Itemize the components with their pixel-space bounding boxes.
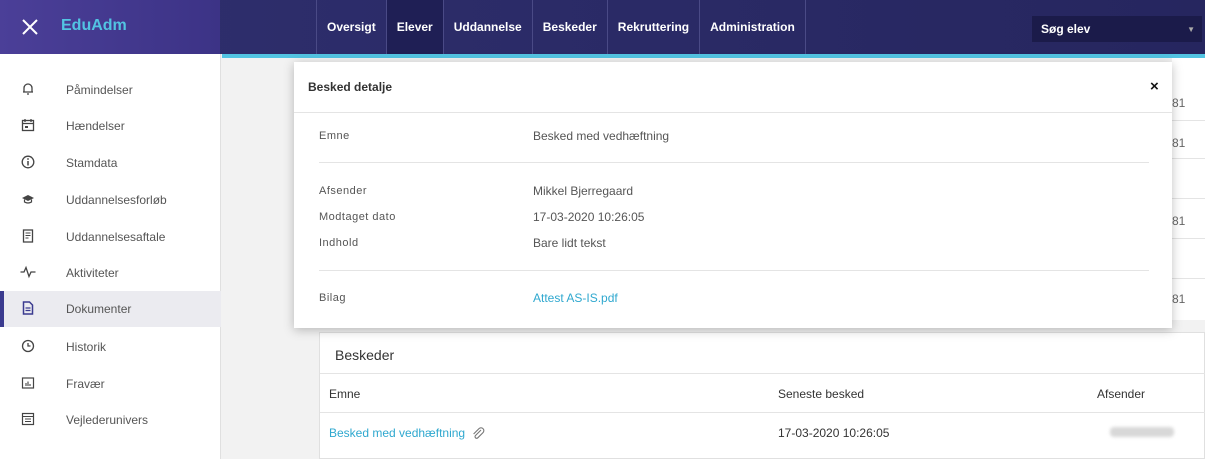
column-header-seneste-besked[interactable]: Seneste besked (778, 387, 864, 401)
messages-panel-title: Beskeder (335, 347, 395, 363)
sidebar: Påmindelser Hændelser Stamdata Uddannels… (0, 54, 221, 459)
messages-panel: Beskeder Emne Seneste besked Afsender Be… (319, 332, 1205, 459)
sidebar-item-label: Påmindelser (66, 83, 133, 97)
message-subject-link[interactable]: Besked med vedhæftning (329, 426, 485, 442)
tab-rekruttering[interactable]: Rekruttering (608, 0, 701, 54)
divider (1172, 198, 1205, 199)
sidebar-item-label: Vejlederunivers (66, 413, 149, 427)
field-label-emne: Emne (319, 130, 350, 142)
sidebar-item-pamindelser[interactable]: Påmindelser (0, 72, 221, 108)
sidebar-item-label: Stamdata (66, 156, 118, 170)
chart-icon (20, 376, 36, 392)
field-label-modtaget-dato: Modtaget dato (319, 211, 396, 223)
main-nav: Oversigt Elever Uddannelse Beskeder Rekr… (316, 0, 806, 54)
sidebar-item-label: Historik (66, 340, 107, 354)
info-icon (20, 155, 36, 171)
sidebar-item-aktiviteter[interactable]: Aktiviteter (0, 255, 221, 291)
tab-uddannelse[interactable]: Uddannelse (444, 0, 533, 54)
field-value-modtaget-dato: 17-03-2020 10:26:05 (533, 210, 645, 224)
list-icon (20, 412, 36, 428)
sidebar-item-uddannelsesaftale[interactable]: Uddannelsesaftale (0, 219, 221, 255)
divider (294, 112, 1172, 113)
document-icon (20, 301, 36, 317)
message-latest-date: 17-03-2020 10:26:05 (778, 426, 890, 440)
brand-area: EduAdm (0, 0, 220, 54)
divider (319, 270, 1149, 271)
top-bar: EduAdm Oversigt Elever Uddannelse Besked… (0, 0, 1205, 54)
table-row[interactable]: Besked med vedhæftning 17-03-2020 10:26:… (320, 413, 1205, 453)
background-cell: 81 (1172, 214, 1186, 228)
app-name[interactable]: EduAdm (61, 17, 127, 35)
tab-elever[interactable]: Elever (386, 0, 444, 54)
contract-icon (20, 229, 36, 245)
sidebar-item-stamdata[interactable]: Stamdata (0, 145, 221, 181)
sidebar-item-uddannelsesforlob[interactable]: Uddannelsesforløb (0, 182, 221, 218)
tab-oversigt[interactable]: Oversigt (317, 0, 387, 54)
calendar-icon (20, 118, 36, 134)
background-cell: 81 (1172, 292, 1186, 306)
sidebar-item-fravaer[interactable]: Fravær (0, 366, 221, 402)
field-label-afsender: Afsender (319, 185, 368, 197)
sidebar-item-haendelser[interactable]: Hændelser (0, 108, 221, 144)
clock-icon (20, 339, 36, 355)
sidebar-item-label: Hændelser (66, 119, 125, 133)
modal-title: Besked detalje (308, 80, 393, 94)
divider (1172, 120, 1205, 121)
attachment-link[interactable]: Attest AS-IS.pdf (533, 291, 618, 305)
field-label-bilag: Bilag (319, 292, 346, 304)
tab-administration[interactable]: Administration (700, 0, 806, 54)
sidebar-item-historik[interactable]: Historik (0, 329, 221, 365)
field-label-indhold: Indhold (319, 237, 359, 249)
paperclip-icon (471, 427, 485, 442)
bell-icon (20, 82, 36, 98)
caret-down-icon: ▼ (1187, 25, 1195, 34)
message-detail-modal: Besked detalje × Emne Besked med vedhæft… (294, 62, 1172, 328)
sidebar-item-vejlederunivers[interactable]: Vejlederunivers (0, 402, 221, 438)
student-search-label: Søg elev (1041, 22, 1091, 36)
sidebar-item-label: Fravær (66, 377, 105, 391)
field-value-afsender: Mikkel Bjerregaard (533, 184, 634, 198)
divider (1172, 278, 1205, 279)
column-header-afsender[interactable]: Afsender (1097, 387, 1145, 401)
divider (1172, 158, 1205, 159)
column-header-emne[interactable]: Emne (329, 387, 360, 401)
close-menu-icon[interactable] (20, 17, 40, 37)
divider (319, 162, 1149, 163)
redacted-sender (1110, 427, 1174, 437)
sidebar-item-label: Uddannelsesforløb (66, 193, 167, 207)
sidebar-item-label: Dokumenter (66, 302, 132, 316)
tab-beskeder[interactable]: Beskeder (533, 0, 608, 54)
accent-strip (222, 54, 1205, 58)
activity-icon (20, 265, 36, 281)
sidebar-item-label: Aktiviteter (66, 266, 119, 280)
divider (1172, 238, 1205, 239)
background-cell: 81 (1172, 136, 1186, 150)
close-icon[interactable]: × (1150, 78, 1159, 95)
background-cell: 81 (1172, 96, 1186, 110)
graduation-cap-icon (20, 192, 36, 208)
message-subject: Besked med vedhæftning (329, 426, 466, 440)
field-value-emne: Besked med vedhæftning (533, 129, 670, 143)
sidebar-item-label: Uddannelsesaftale (66, 230, 166, 244)
messages-table-header: Emne Seneste besked Afsender (320, 373, 1205, 413)
field-value-indhold: Bare lidt tekst (533, 236, 606, 250)
sidebar-item-dokumenter[interactable]: Dokumenter (0, 291, 221, 327)
student-search-select[interactable]: Søg elev ▼ (1032, 16, 1202, 42)
